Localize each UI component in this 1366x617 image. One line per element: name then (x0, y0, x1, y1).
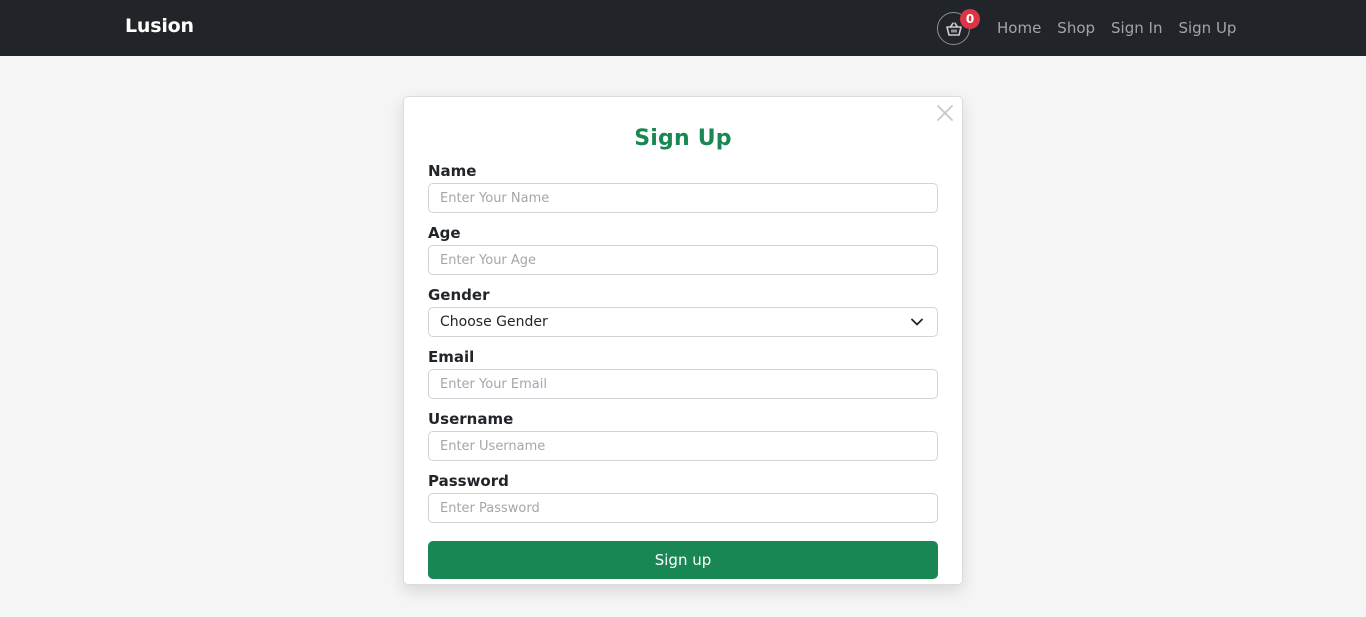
cart-button[interactable]: 0 (937, 9, 980, 45)
navbar: Lusion 0 Home Shop Sign In Sign Up (0, 0, 1366, 56)
age-label: Age (428, 224, 461, 242)
password-input[interactable] (428, 493, 938, 523)
basket-icon (946, 22, 962, 36)
nav-link-shop[interactable]: Shop (1057, 17, 1095, 39)
brand-logo[interactable]: Lusion (125, 15, 194, 37)
password-label: Password (428, 472, 509, 490)
modal-title: Sign Up (634, 126, 732, 151)
signup-form: Name Age Gender Choose Gender Email User… (428, 161, 938, 579)
username-input[interactable] (428, 431, 938, 461)
close-icon (937, 105, 953, 121)
nav-link-home[interactable]: Home (997, 17, 1041, 39)
gender-select[interactable]: Choose Gender (428, 307, 938, 337)
username-field-group: Username (428, 409, 938, 471)
age-input[interactable] (428, 245, 938, 275)
email-label: Email (428, 348, 475, 366)
cart-count-badge: 0 (960, 9, 980, 29)
name-field-group: Name (428, 161, 938, 223)
email-field-group: Email (428, 347, 938, 409)
gender-label: Gender (428, 286, 490, 304)
gender-field-group: Gender Choose Gender (428, 285, 938, 347)
username-label: Username (428, 410, 514, 428)
nav-link-sign-in[interactable]: Sign In (1111, 17, 1162, 39)
sign-up-button[interactable]: Sign up (428, 541, 938, 579)
name-input[interactable] (428, 183, 938, 213)
password-field-group: Password (428, 471, 938, 533)
age-field-group: Age (428, 223, 938, 285)
nav-links: Home Shop Sign In Sign Up (997, 17, 1236, 39)
gender-selected-value: Choose Gender (440, 314, 548, 330)
signup-modal: Sign Up Name Age Gender Choose Gender Em… (403, 96, 963, 585)
close-button[interactable] (936, 104, 954, 122)
chevron-down-icon (911, 318, 923, 326)
email-input[interactable] (428, 369, 938, 399)
name-label: Name (428, 162, 477, 180)
nav-link-sign-up[interactable]: Sign Up (1178, 17, 1236, 39)
